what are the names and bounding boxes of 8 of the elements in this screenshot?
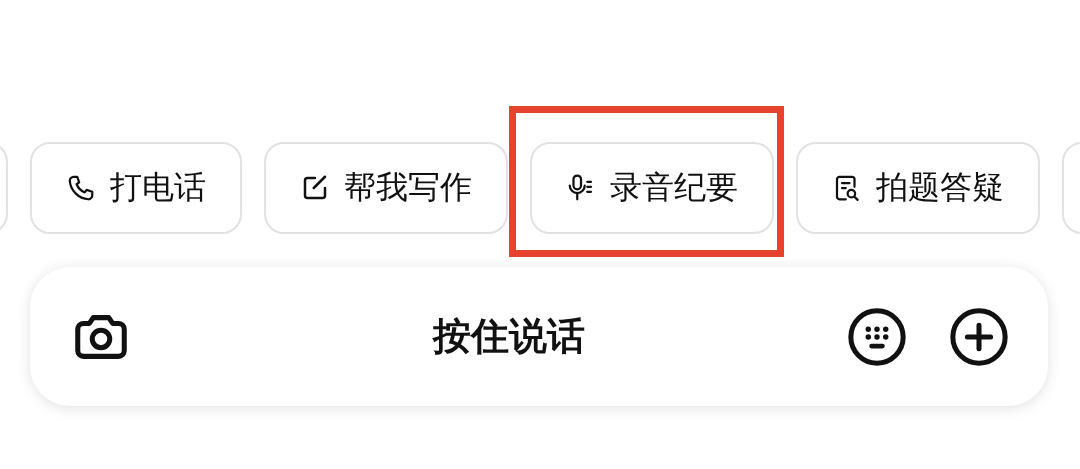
keyboard-icon[interactable]	[846, 305, 908, 368]
shortcut-chip[interactable]: 录音纪要	[530, 142, 774, 234]
hold-to-talk-button[interactable]: 按住说话	[172, 311, 806, 362]
shortcut-chip[interactable]: 拍题答疑	[796, 142, 1040, 234]
phone-icon	[66, 173, 96, 203]
shortcut-chip[interactable]: 帮我写作	[264, 142, 508, 234]
add-icon[interactable]	[948, 305, 1010, 368]
shortcut-chip[interactable]: 打电话	[30, 142, 242, 234]
